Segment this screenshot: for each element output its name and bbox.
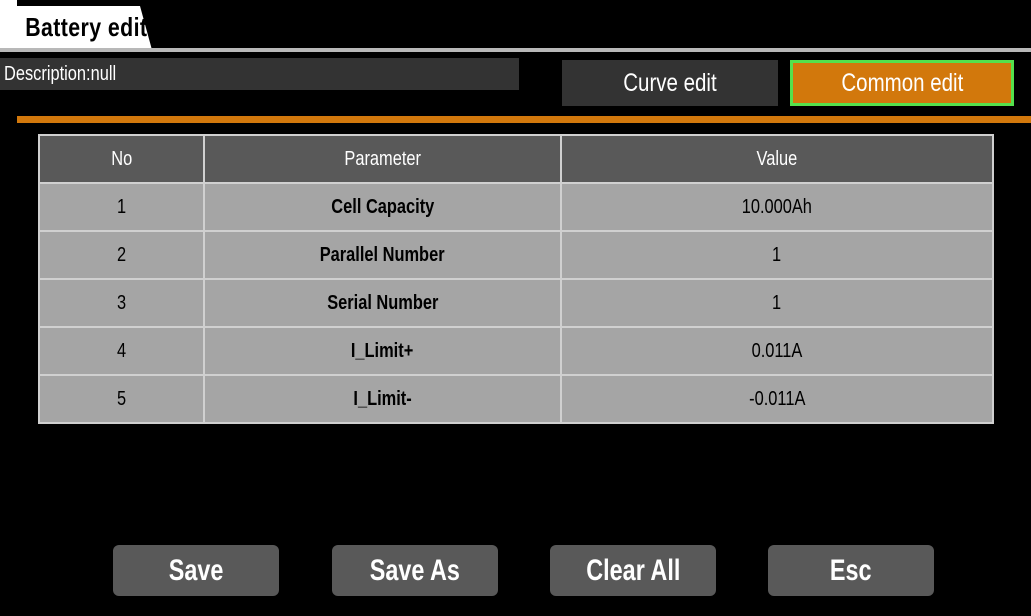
row-parameter: Parallel Number	[203, 230, 562, 280]
row-value[interactable]: 1	[560, 230, 994, 280]
row-no: 3	[38, 278, 205, 328]
column-header-parameter: Parameter	[203, 134, 562, 184]
save-label: Save	[168, 554, 224, 587]
row-value[interactable]: 0.011A	[560, 326, 994, 376]
row-no: 1	[38, 182, 205, 232]
column-header-value: Value	[560, 134, 994, 184]
save-as-button[interactable]: Save As	[332, 545, 498, 596]
section-divider	[17, 116, 1031, 123]
table-row[interactable]: 3 Serial Number 1	[38, 278, 994, 328]
row-value[interactable]: 1	[560, 278, 994, 328]
common-edit-button[interactable]: Common edit	[790, 60, 1014, 106]
description-text: Description:null	[4, 63, 117, 85]
row-value[interactable]: -0.011A	[560, 374, 994, 424]
column-header-no: No	[38, 134, 205, 184]
title-divider	[0, 48, 1031, 52]
row-parameter: Cell Capacity	[203, 182, 562, 232]
clear-all-label: Clear All	[585, 554, 681, 587]
curve-edit-label: Curve edit	[623, 69, 717, 97]
battery-edit-screen: Battery edit Description:null Curve edit…	[0, 0, 1031, 616]
page-title-tab: Battery edit	[17, 6, 152, 48]
row-no: 2	[38, 230, 205, 280]
row-parameter: I_Limit+	[203, 326, 562, 376]
table-row[interactable]: 4 I_Limit+ 0.011A	[38, 326, 994, 376]
esc-button[interactable]: Esc	[768, 545, 934, 596]
row-parameter: I_Limit-	[203, 374, 562, 424]
save-button[interactable]: Save	[113, 545, 279, 596]
table-row[interactable]: 5 I_Limit- -0.011A	[38, 374, 994, 424]
common-edit-label: Common edit	[841, 69, 963, 97]
parameters-table: No Parameter Value 1 Cell Capacity 10.00…	[38, 134, 994, 424]
page-title: Battery edit	[25, 12, 148, 42]
row-value[interactable]: 10.000Ah	[560, 182, 994, 232]
clear-all-button[interactable]: Clear All	[550, 545, 716, 596]
table-header-row: No Parameter Value	[38, 134, 994, 184]
description-field[interactable]: Description:null	[0, 58, 519, 90]
table-row[interactable]: 2 Parallel Number 1	[38, 230, 994, 280]
curve-edit-button[interactable]: Curve edit	[562, 60, 778, 106]
row-no: 5	[38, 374, 205, 424]
row-parameter: Serial Number	[203, 278, 562, 328]
save-as-label: Save As	[369, 554, 461, 587]
screen-edge	[0, 0, 17, 48]
esc-label: Esc	[830, 554, 872, 587]
row-no: 4	[38, 326, 205, 376]
table-row[interactable]: 1 Cell Capacity 10.000Ah	[38, 182, 994, 232]
